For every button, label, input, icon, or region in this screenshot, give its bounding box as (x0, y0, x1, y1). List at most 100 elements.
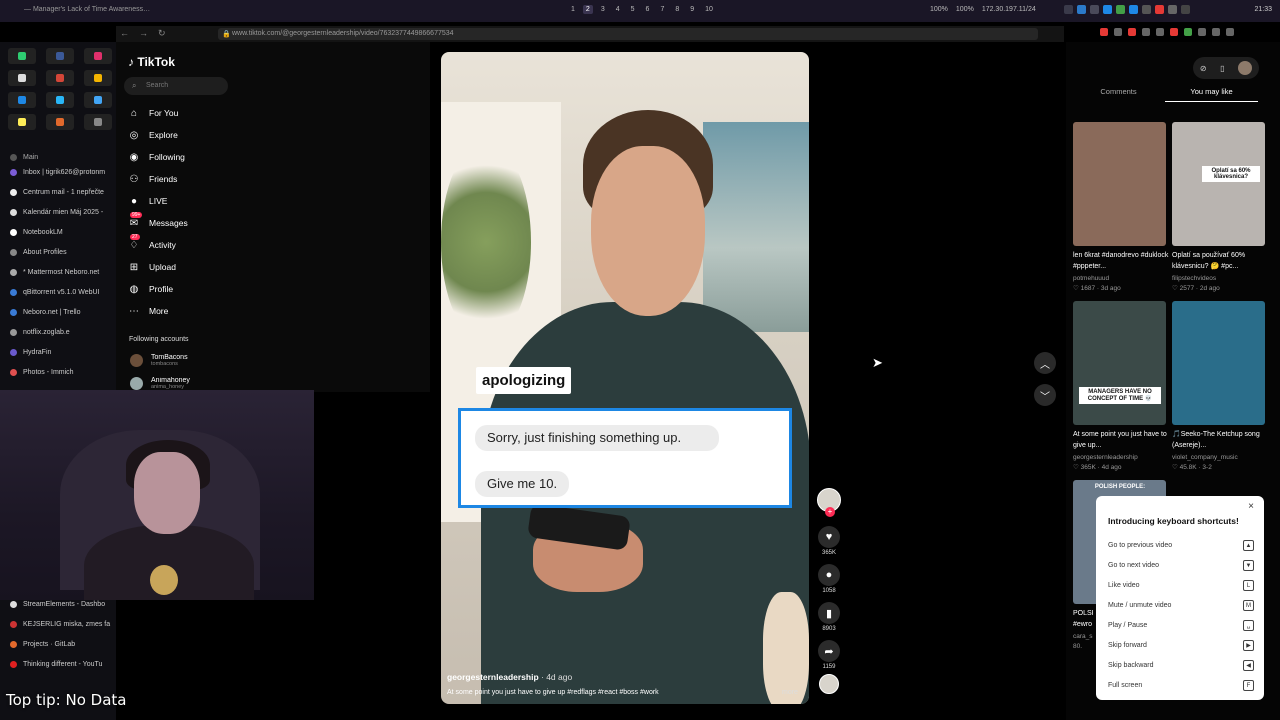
tray-icon[interactable] (1116, 5, 1125, 14)
next-video-button[interactable]: ﹀ (1034, 384, 1056, 406)
browser-tab[interactable]: HydraFin (4, 342, 116, 362)
video-thumbnail[interactable]: Oplatí sa 60% klávesnica? (1172, 122, 1265, 246)
user-avatar[interactable] (1238, 61, 1253, 75)
like-button[interactable]: ♥ (818, 526, 840, 548)
extension-icon[interactable] (1198, 28, 1206, 36)
extension-icon[interactable] (1184, 28, 1192, 36)
pinned-app-x-icon[interactable] (8, 70, 36, 86)
extension-icon[interactable] (1212, 28, 1220, 36)
browser-tab[interactable]: qBittorrent v5.1.0 WebUI (4, 282, 116, 302)
reload-icon[interactable]: ↻ (158, 28, 166, 39)
video-author[interactable]: cara_s (1073, 632, 1093, 642)
tray-icon[interactable] (1077, 5, 1086, 14)
follow-plus-icon[interactable]: + (825, 507, 835, 517)
browser-tab[interactable]: * Mattermost Neboro.net (4, 262, 116, 282)
nav-following[interactable]: ◉ Following (128, 146, 288, 168)
tray-icon[interactable] (1064, 5, 1073, 14)
browser-tab[interactable]: notflix.zoglab.e (4, 322, 116, 342)
video-title[interactable]: len 6krat #danodrevo #duklock #pppeter..… (1073, 250, 1169, 272)
browser-tab[interactable]: Thinking different - YouTu (4, 654, 116, 674)
video-thumbnail[interactable]: MANAGERS HAVE NO CONCEPT OF TIME 💀 (1073, 301, 1166, 425)
tray-icon[interactable] (1155, 5, 1164, 14)
workspace-6[interactable]: 6 (643, 5, 653, 14)
tray-icon[interactable] (1168, 5, 1177, 14)
extension-icon[interactable] (1128, 28, 1136, 36)
tray-icon[interactable] (1103, 5, 1112, 14)
previous-video-button[interactable]: ︿ (1034, 352, 1056, 374)
video-author[interactable]: potmehuuud (1073, 274, 1169, 284)
workspace-10[interactable]: 10 (702, 5, 716, 14)
tab-you-may-like[interactable]: You may like (1165, 84, 1258, 102)
browser-tab[interactable]: NotebookLM (4, 222, 116, 242)
pinned-app-instagram-icon[interactable] (84, 48, 112, 64)
compass-icon[interactable]: ⊘ (1200, 64, 1207, 73)
workspace-9[interactable]: 9 (687, 5, 697, 14)
following-account[interactable]: TomBacons tombacons (130, 354, 188, 367)
workspace-1[interactable]: 1 (568, 5, 578, 14)
tray-icon[interactable] (1090, 5, 1099, 14)
workspace-3[interactable]: 3 (598, 5, 608, 14)
workspace-4[interactable]: 4 (613, 5, 623, 14)
video-author[interactable]: violet_company_music (1172, 453, 1268, 463)
browser-tab[interactable]: Kalendár mien Máj 2025 - (4, 202, 116, 222)
video-title[interactable]: Oplatí sa používať 60% klávesnicu? 🤔 #pc… (1172, 250, 1268, 272)
video-thumbnail[interactable] (1073, 122, 1166, 246)
back-icon[interactable]: ← (120, 28, 129, 39)
browser-tab[interactable]: KEJSERLIG miska, zmes fa (4, 614, 116, 634)
pinned-app-icon[interactable] (46, 92, 74, 108)
browser-tab[interactable]: Photos - Immich (4, 362, 116, 382)
extension-icon[interactable] (1100, 28, 1108, 36)
nav-activity[interactable]: ♢ 27 Activity (128, 234, 288, 256)
url-bar[interactable]: 🔒 www.tiktok.com/@georgesternleadership/… (218, 28, 1038, 40)
pinned-app-icon[interactable] (84, 114, 112, 130)
nav-for-you[interactable]: ⌂ For You (128, 102, 288, 124)
forward-icon[interactable]: → (139, 28, 148, 39)
workspace-2[interactable]: 2 (582, 5, 593, 14)
extension-icon[interactable] (1156, 28, 1164, 36)
extension-icon[interactable] (1142, 28, 1150, 36)
nav-upload[interactable]: ⊞ Upload (128, 256, 288, 278)
tray-icon[interactable] (1129, 5, 1138, 14)
device-icon[interactable]: ▯ (1220, 64, 1224, 73)
browser-tab[interactable]: Neboro.net | Trello (4, 302, 116, 322)
nav-more[interactable]: ⋯ More (128, 300, 288, 322)
tiktok-logo[interactable]: ♪ TikTok (128, 55, 175, 69)
tab-group-main[interactable]: Main (4, 152, 116, 162)
pinned-app-icon[interactable] (84, 92, 112, 108)
extension-icon[interactable] (1226, 28, 1234, 36)
sound-avatar[interactable] (819, 674, 839, 694)
tray-icon[interactable] (1181, 5, 1190, 14)
pinned-app-gitlab-icon[interactable] (46, 114, 74, 130)
comment-button[interactable]: ● (818, 564, 840, 586)
nav-friends[interactable]: ⚇ Friends (128, 168, 288, 190)
video-more-link[interactable]: more (782, 689, 798, 696)
video-title[interactable]: At some point you just have to give up..… (1073, 429, 1169, 451)
workspace-5[interactable]: 5 (628, 5, 638, 14)
nav-messages[interactable]: ✉ 99+ Messages (128, 212, 288, 234)
extension-icon[interactable] (1170, 28, 1178, 36)
pinned-app-chat-icon[interactable] (8, 92, 36, 108)
tab-comments[interactable]: Comments (1072, 84, 1165, 102)
nav-profile[interactable]: ◍ Profile (128, 278, 288, 300)
extension-icon[interactable] (1114, 28, 1122, 36)
workspace-7[interactable]: 7 (657, 5, 667, 14)
video-author[interactable]: georgesternleadership · 4d ago (447, 672, 572, 682)
video-title[interactable]: POLSK #ewro (1073, 608, 1093, 630)
video-author[interactable]: georgesternleadership (1073, 453, 1169, 463)
pinned-app-icon[interactable] (8, 114, 36, 130)
pinned-app-gmail-icon[interactable] (46, 70, 74, 86)
nav-live[interactable]: ● LIVE (128, 190, 288, 212)
share-button[interactable]: ➦ (818, 640, 840, 662)
tray-icon[interactable] (1142, 5, 1151, 14)
browser-tab[interactable]: About Profiles (4, 242, 116, 262)
nav-explore[interactable]: ◎ Explore (128, 124, 288, 146)
pinned-app-whatsapp-icon[interactable] (8, 48, 36, 64)
browser-tab[interactable]: Inbox | tigrik626@protonm (4, 162, 116, 182)
creator-avatar[interactable]: + (817, 488, 841, 517)
browser-tab[interactable]: Centrum mail - 1 nepřečte (4, 182, 116, 202)
close-icon[interactable]: × (1248, 501, 1254, 512)
search-input[interactable]: ⌕ Search (124, 77, 228, 95)
browser-tab[interactable]: Projects · GitLab (4, 634, 116, 654)
workspace-8[interactable]: 8 (672, 5, 682, 14)
following-account[interactable]: Animahoney anima_honey (130, 377, 190, 390)
